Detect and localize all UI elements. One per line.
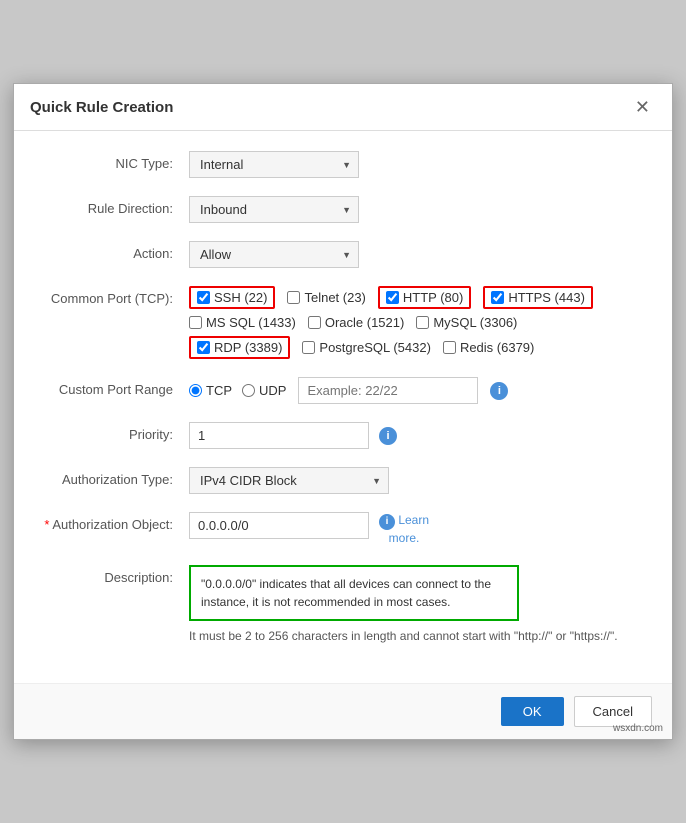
rule-direction-select[interactable]: Inbound Outbound <box>189 196 359 223</box>
tcp-radio-label: TCP <box>206 383 232 398</box>
rule-direction-label: Rule Direction: <box>44 196 189 216</box>
postgresql-checkbox[interactable] <box>302 341 315 354</box>
description-label: Description: <box>44 565 189 585</box>
oracle-label: Oracle (1521) <box>325 315 404 330</box>
http-port-highlight: HTTP (80) <box>378 286 471 309</box>
http-checkbox[interactable] <box>386 291 399 304</box>
nic-type-control: Internal External <box>189 151 642 178</box>
common-ports-control: SSH (22) Telnet (23) HTTP (80) <box>189 286 642 359</box>
rule-direction-select-wrapper[interactable]: Inbound Outbound <box>189 196 359 223</box>
https-port-highlight: HTTPS (443) <box>483 286 593 309</box>
postgresql-port-item[interactable]: PostgreSQL (5432) <box>302 340 431 355</box>
ports-row-3: RDP (3389) PostgreSQL (5432) Redis (6379… <box>189 336 642 359</box>
description-control: "0.0.0.0/0" indicates that all devices c… <box>189 565 642 645</box>
nic-type-select-wrapper[interactable]: Internal External <box>189 151 359 178</box>
priority-label: Priority: <box>44 422 189 442</box>
auth-object-wrapper: i Learnmore. <box>189 512 642 547</box>
ports-row-1: SSH (22) Telnet (23) HTTP (80) <box>189 286 642 309</box>
priority-control: i <box>189 422 642 449</box>
rdp-port-highlight: RDP (3389) <box>189 336 290 359</box>
auth-type-label: Authorization Type: <box>44 467 189 487</box>
https-label: HTTPS (443) <box>508 290 585 305</box>
mssql-label: MS SQL (1433) <box>206 315 296 330</box>
action-row: Action: Allow Deny <box>44 241 642 268</box>
priority-info-icon[interactable]: i <box>379 427 397 445</box>
auth-type-control: IPv4 CIDR Block Security Group <box>189 467 642 494</box>
rdp-port-item[interactable]: RDP (3389) <box>197 340 282 355</box>
redis-checkbox[interactable] <box>443 341 456 354</box>
dialog-footer: OK Cancel <box>14 683 672 739</box>
common-ports-label: Common Port (TCP): <box>44 286 189 306</box>
telnet-checkbox[interactable] <box>287 291 300 304</box>
http-port-item[interactable]: HTTP (80) <box>386 290 463 305</box>
custom-port-range-label: Custom Port Range <box>44 377 189 397</box>
priority-input[interactable] <box>189 422 369 449</box>
tcp-radio-item[interactable]: TCP <box>189 383 232 398</box>
priority-inner-row: i <box>189 422 642 449</box>
dialog-body: NIC Type: Internal External Rule Directi… <box>14 131 672 683</box>
port-range-input[interactable] <box>298 377 478 404</box>
custom-port-range-control: TCP UDP i <box>189 377 642 404</box>
auth-object-row: Authorization Object: i Learnmore. <box>44 512 642 547</box>
oracle-port-item[interactable]: Oracle (1521) <box>308 315 404 330</box>
telnet-label: Telnet (23) <box>304 290 365 305</box>
mysql-checkbox[interactable] <box>416 316 429 329</box>
rdp-checkbox[interactable] <box>197 341 210 354</box>
auth-object-label: Authorization Object: <box>44 512 189 532</box>
rule-direction-row: Rule Direction: Inbound Outbound <box>44 196 642 223</box>
custom-port-inner-row: TCP UDP i <box>189 377 642 404</box>
mssql-port-item[interactable]: MS SQL (1433) <box>189 315 296 330</box>
action-select-wrapper[interactable]: Allow Deny <box>189 241 359 268</box>
auth-type-select[interactable]: IPv4 CIDR Block Security Group <box>189 467 389 494</box>
oracle-checkbox[interactable] <box>308 316 321 329</box>
mysql-port-item[interactable]: MySQL (3306) <box>416 315 517 330</box>
description-text: "0.0.0.0/0" indicates that all devices c… <box>201 577 491 609</box>
http-label: HTTP (80) <box>403 290 463 305</box>
description-hint: It must be 2 to 256 characters in length… <box>189 627 619 645</box>
ports-row-2: MS SQL (1433) Oracle (1521) MySQL (3306) <box>189 315 642 330</box>
description-box: "0.0.0.0/0" indicates that all devices c… <box>189 565 519 621</box>
udp-radio-label: UDP <box>259 383 286 398</box>
radio-group: TCP UDP <box>189 383 286 398</box>
rule-direction-control: Inbound Outbound <box>189 196 642 223</box>
ssh-checkbox[interactable] <box>197 291 210 304</box>
action-control: Allow Deny <box>189 241 642 268</box>
mysql-label: MySQL (3306) <box>433 315 517 330</box>
common-ports-row: Common Port (TCP): SSH (22) <box>44 286 642 359</box>
tcp-radio[interactable] <box>189 384 202 397</box>
ports-grid: SSH (22) Telnet (23) HTTP (80) <box>189 286 642 359</box>
redis-label: Redis (6379) <box>460 340 534 355</box>
action-select[interactable]: Allow Deny <box>189 241 359 268</box>
telnet-port-item[interactable]: Telnet (23) <box>287 290 365 305</box>
watermark: wsxdn.com <box>613 723 663 734</box>
udp-radio[interactable] <box>242 384 255 397</box>
close-button[interactable]: ✕ <box>629 96 656 118</box>
https-port-item[interactable]: HTTPS (443) <box>491 290 585 305</box>
auth-object-input[interactable] <box>189 512 369 539</box>
auth-type-row: Authorization Type: IPv4 CIDR Block Secu… <box>44 467 642 494</box>
ssh-port-item[interactable]: SSH (22) <box>197 290 267 305</box>
auth-type-select-wrapper[interactable]: IPv4 CIDR Block Security Group <box>189 467 389 494</box>
nic-type-row: NIC Type: Internal External <box>44 151 642 178</box>
learn-more-block[interactable]: i Learnmore. <box>379 512 429 547</box>
ssh-label: SSH (22) <box>214 290 267 305</box>
redis-port-item[interactable]: Redis (6379) <box>443 340 534 355</box>
custom-port-range-row: Custom Port Range TCP UDP <box>44 377 642 404</box>
ok-button[interactable]: OK <box>501 697 564 726</box>
auth-object-control: i Learnmore. <box>189 512 642 547</box>
priority-row: Priority: i <box>44 422 642 449</box>
port-range-info-icon[interactable]: i <box>490 382 508 400</box>
mssql-checkbox[interactable] <box>189 316 202 329</box>
learn-more-info-icon: i <box>379 514 395 530</box>
https-checkbox[interactable] <box>491 291 504 304</box>
nic-type-label: NIC Type: <box>44 151 189 171</box>
nic-type-select[interactable]: Internal External <box>189 151 359 178</box>
description-row: Description: "0.0.0.0/0" indicates that … <box>44 565 642 645</box>
udp-radio-item[interactable]: UDP <box>242 383 286 398</box>
dialog-title: Quick Rule Creation <box>30 99 173 116</box>
rdp-label: RDP (3389) <box>214 340 282 355</box>
postgresql-label: PostgreSQL (5432) <box>319 340 431 355</box>
action-label: Action: <box>44 241 189 261</box>
ssh-port-highlight: SSH (22) <box>189 286 275 309</box>
